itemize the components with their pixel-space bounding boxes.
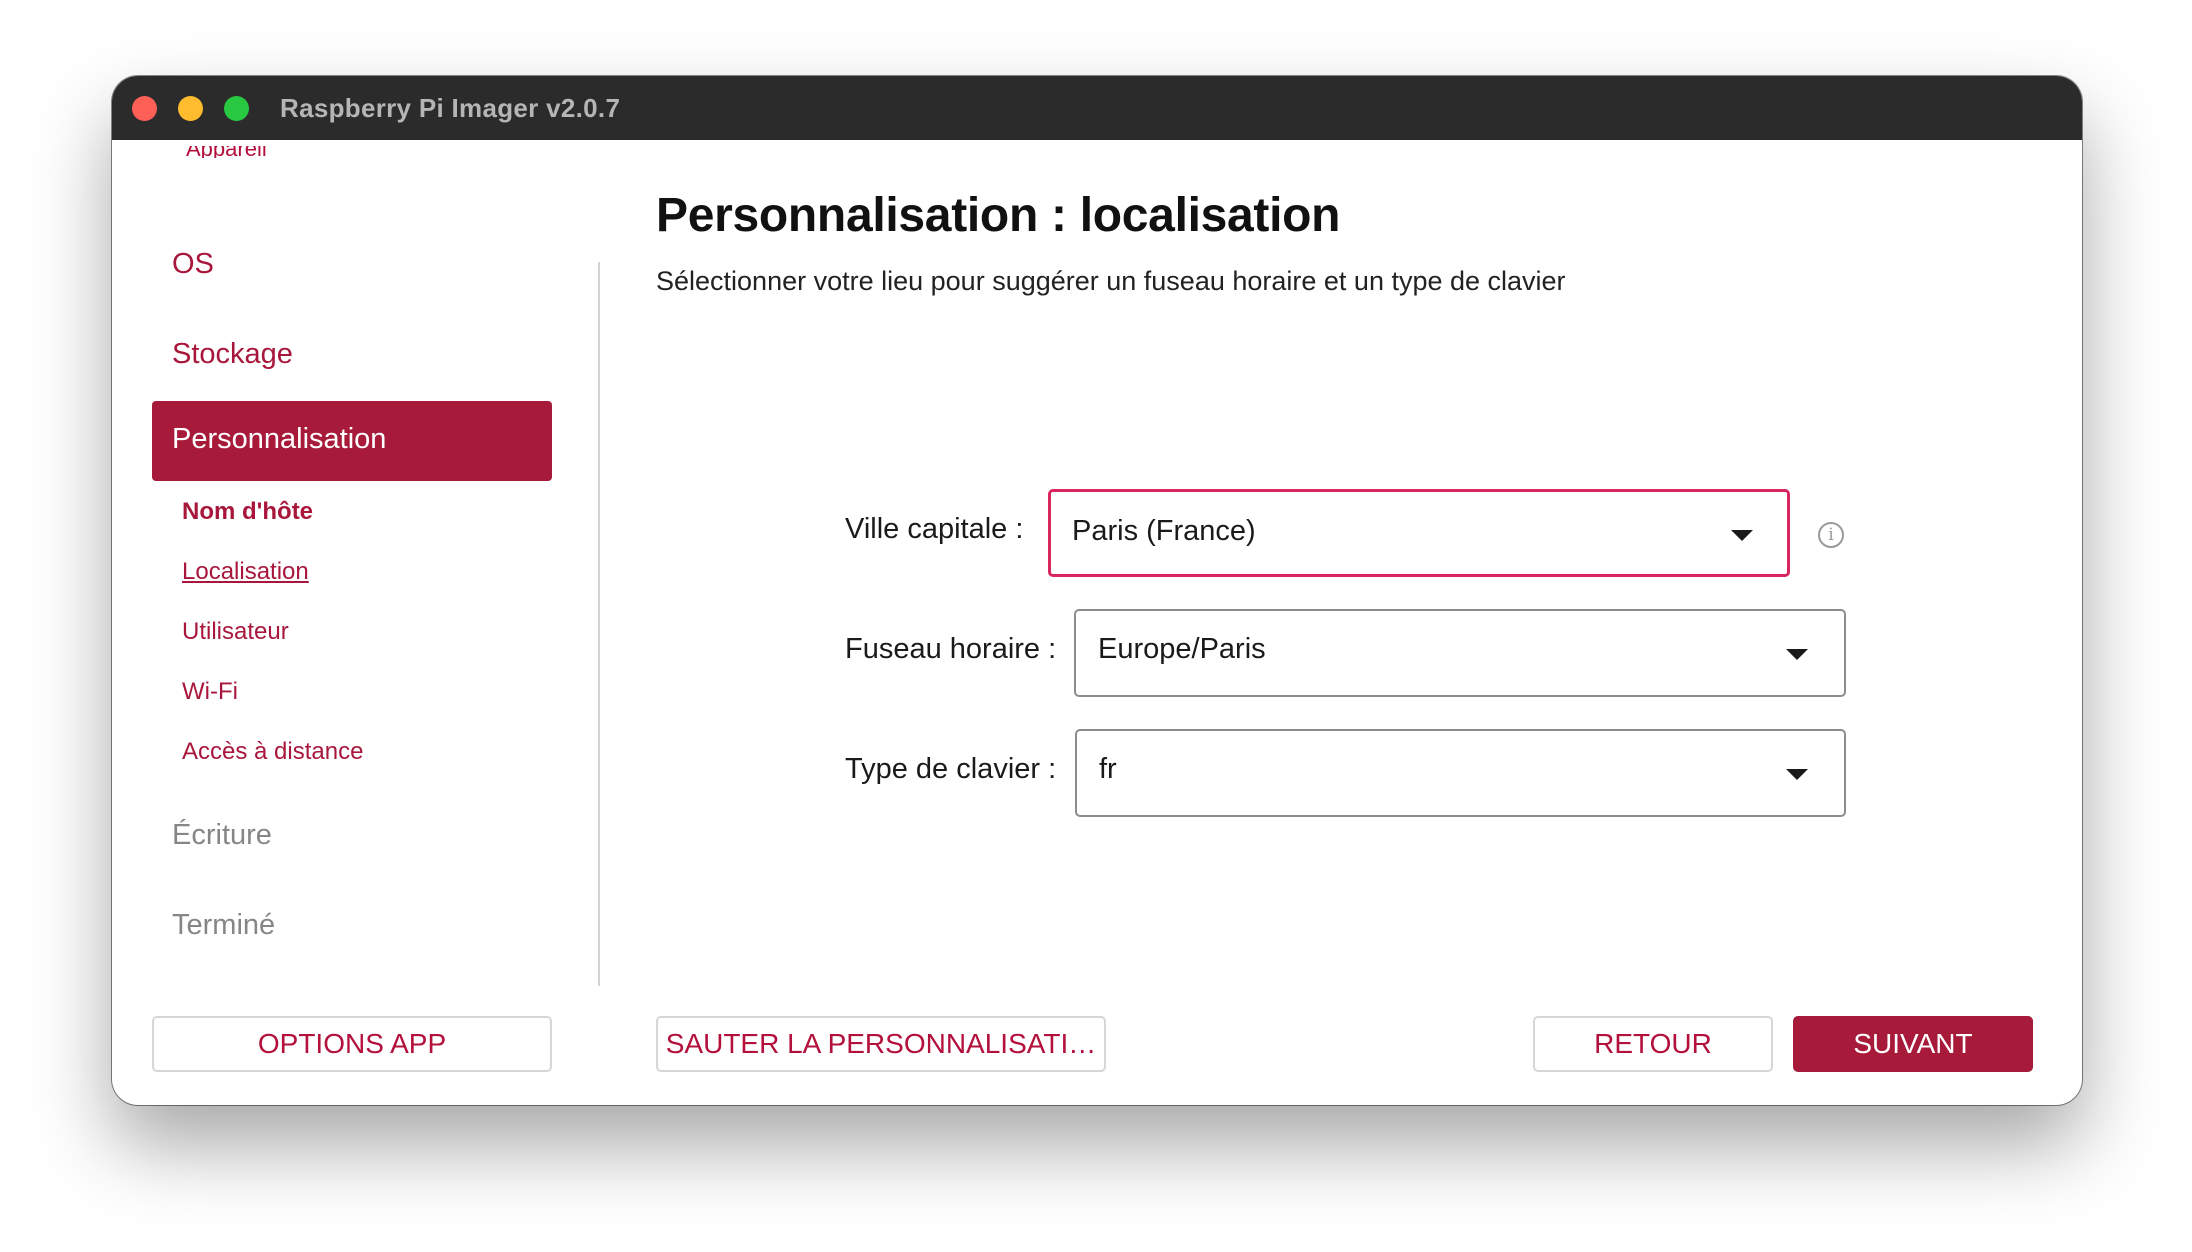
app-options-button[interactable]: OPTIONS APP: [152, 1016, 552, 1072]
dropdown-caret-icon: [1731, 530, 1753, 541]
timezone-value: Europe/Paris: [1098, 633, 1266, 665]
back-button[interactable]: RETOUR: [1533, 1016, 1773, 1072]
info-icon[interactable]: i: [1818, 522, 1844, 548]
keyboard-layout-label: Type de clavier :: [845, 753, 1057, 785]
capital-city-select[interactable]: Paris (France): [1048, 489, 1790, 577]
page-title: Personnalisation : localisation: [656, 189, 1341, 242]
sidebar-item-done: Terminé: [172, 909, 276, 941]
dropdown-caret-icon: [1786, 769, 1808, 780]
close-icon[interactable]: [132, 96, 157, 121]
sidebar-item-customisation-label: Personnalisation: [172, 423, 387, 455]
sidebar-item-writing: Écriture: [172, 819, 272, 851]
window-title: Raspberry Pi Imager v2.0.7: [280, 93, 621, 123]
minimize-icon[interactable]: [178, 96, 203, 121]
sidebar-subitem-hostname[interactable]: Nom d'hôte: [182, 498, 313, 526]
sidebar-item-device-cut: Appareil: [186, 146, 267, 158]
sidebar-item-os[interactable]: OS: [172, 248, 214, 281]
sidebar-divider: [598, 262, 600, 986]
timezone-select[interactable]: Europe/Paris: [1074, 609, 1846, 697]
sidebar-subitem-user[interactable]: Utilisateur: [182, 618, 289, 646]
keyboard-layout-select[interactable]: fr: [1075, 729, 1846, 817]
sidebar-subitem-localisation[interactable]: Localisation: [182, 558, 309, 586]
next-button[interactable]: SUIVANT: [1793, 1016, 2033, 1072]
timezone-label: Fuseau horaire :: [845, 633, 1057, 665]
sidebar-item-customisation[interactable]: Personnalisation: [152, 401, 552, 481]
title-bar: Raspberry Pi Imager v2.0.7: [112, 76, 2082, 140]
sidebar-item-storage[interactable]: Stockage: [172, 338, 293, 371]
capital-city-value: Paris (France): [1072, 515, 1256, 547]
zoom-icon[interactable]: [224, 96, 249, 121]
skip-customisation-button[interactable]: SAUTER LA PERSONNALISATI…: [656, 1016, 1106, 1072]
sidebar-subitem-wifi[interactable]: Wi-Fi: [182, 678, 238, 706]
keyboard-layout-value: fr: [1099, 753, 1117, 785]
page-subtitle: Sélectionner votre lieu pour suggérer un…: [656, 266, 1566, 296]
capital-city-label: Ville capitale :: [845, 513, 1024, 545]
dropdown-caret-icon: [1786, 649, 1808, 660]
app-window: Raspberry Pi Imager v2.0.7 Appareil OS S…: [112, 76, 2082, 1105]
sidebar-subitem-remote-access[interactable]: Accès à distance: [182, 738, 363, 766]
